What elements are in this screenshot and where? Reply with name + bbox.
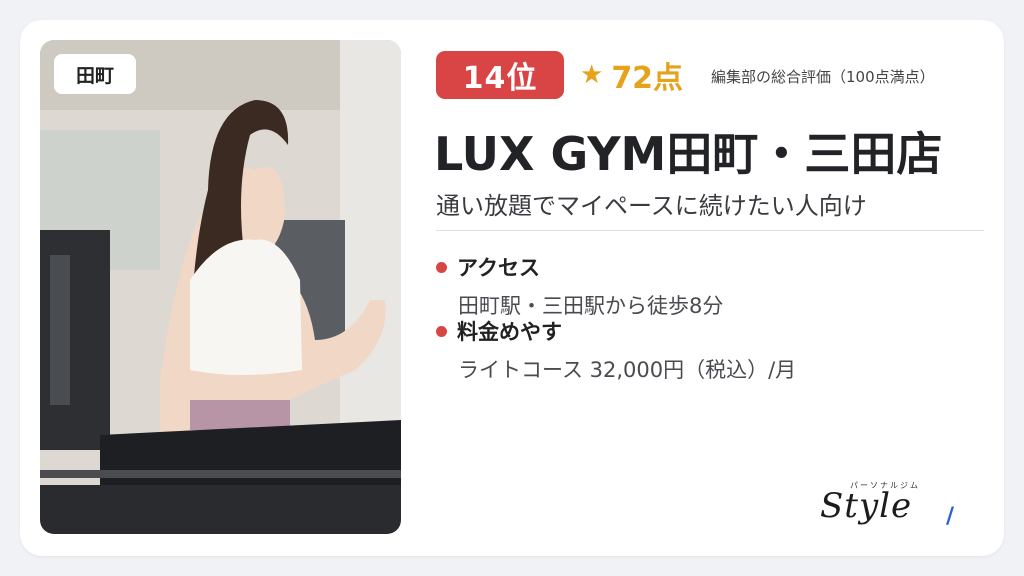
bullet-dot-icon: [436, 261, 447, 273]
info-access: アクセス 田町駅・三田駅から徒歩8分: [436, 252, 723, 320]
gym-tagline: 通い放題でマイペースに続けたい人向け: [436, 192, 867, 220]
location-badge: 田町: [54, 54, 136, 94]
rating-score: ★ 72点: [580, 54, 683, 96]
info-price: 料金めやす ライトコース 32,000円（税込）/月: [436, 316, 796, 384]
rating-value: 72点: [611, 61, 684, 96]
info-label: アクセス: [457, 256, 540, 280]
divider: [436, 230, 984, 231]
logo-slash-icon: /: [946, 504, 955, 529]
star-icon: ★: [580, 60, 604, 90]
rank-badge: 14位: [436, 51, 564, 99]
logo-word: Style: [820, 486, 913, 526]
rating-note: 編集部の総合評価（100点満点）: [711, 68, 935, 86]
info-label: 料金めやす: [457, 320, 562, 344]
gym-photo: [40, 40, 401, 534]
gym-name: LUX GYM田町・三田店: [434, 127, 943, 181]
brand-logo: パーソナルジム Style /: [820, 476, 970, 529]
bullet-dot-icon: [436, 325, 447, 337]
info-value: ライトコース 32,000円（税込）/月: [458, 358, 797, 382]
